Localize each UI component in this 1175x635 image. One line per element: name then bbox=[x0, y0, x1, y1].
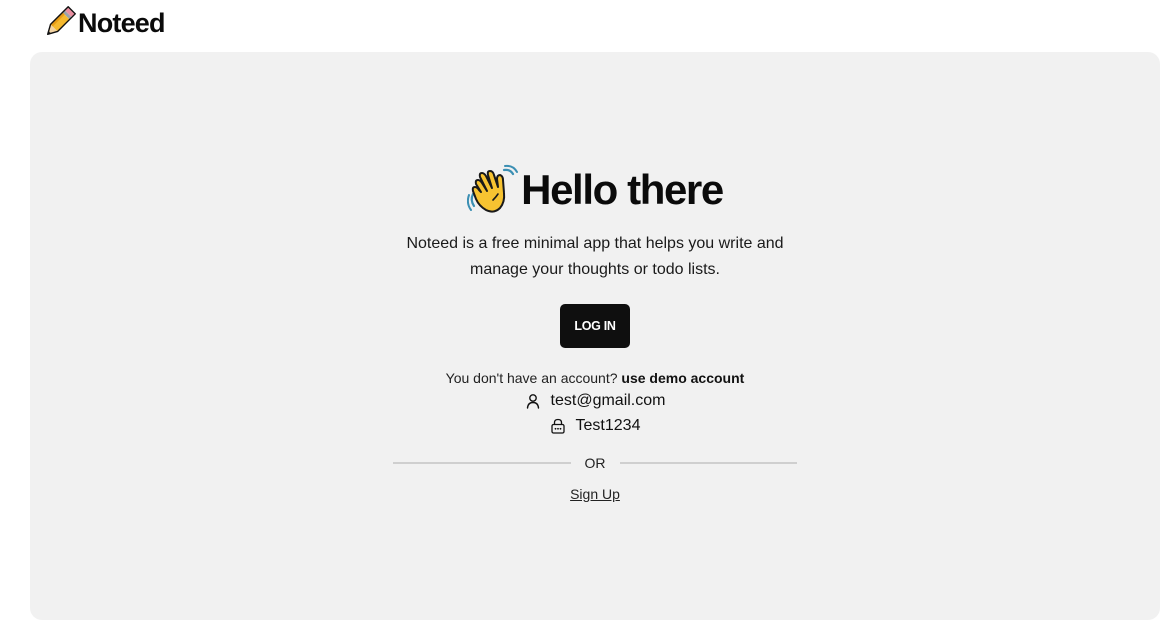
login-button[interactable]: LOG IN bbox=[560, 304, 630, 348]
sign-up-link[interactable]: Sign Up bbox=[570, 486, 620, 502]
divider-line-right bbox=[619, 462, 797, 464]
lock-icon bbox=[550, 418, 566, 434]
waving-hand-icon bbox=[467, 164, 519, 216]
signup-row: Sign Up bbox=[30, 486, 1160, 502]
page-title: Hello there bbox=[521, 166, 724, 213]
or-divider: OR bbox=[393, 455, 797, 471]
app-name[interactable]: Noteed bbox=[78, 8, 166, 39]
demo-account-prompt: You don't have an account? use demo acco… bbox=[30, 370, 1160, 386]
description-line: manage your thoughts or todo lists. bbox=[470, 261, 720, 278]
app-description: Noteed is a free minimal app that helps … bbox=[30, 231, 1160, 283]
description-line: Noteed is a free minimal app that helps … bbox=[406, 235, 784, 252]
divider-line-left bbox=[393, 462, 571, 464]
demo-password-row: Test1234 bbox=[30, 417, 1160, 435]
hero-heading: Hello there bbox=[30, 164, 1160, 216]
user-icon bbox=[525, 393, 541, 409]
pencil-icon bbox=[42, 6, 76, 40]
welcome-card: Hello there Noteed is a free minimal app… bbox=[30, 52, 1160, 620]
app-header: Noteed bbox=[42, 5, 166, 41]
use-demo-account-link[interactable]: use demo account bbox=[621, 370, 744, 386]
demo-email: test@gmail.com bbox=[550, 392, 666, 409]
no-account-text: You don't have an account? bbox=[445, 370, 618, 386]
or-label: OR bbox=[584, 455, 606, 471]
demo-email-row: test@gmail.com bbox=[30, 392, 1160, 410]
demo-password: Test1234 bbox=[575, 417, 641, 434]
